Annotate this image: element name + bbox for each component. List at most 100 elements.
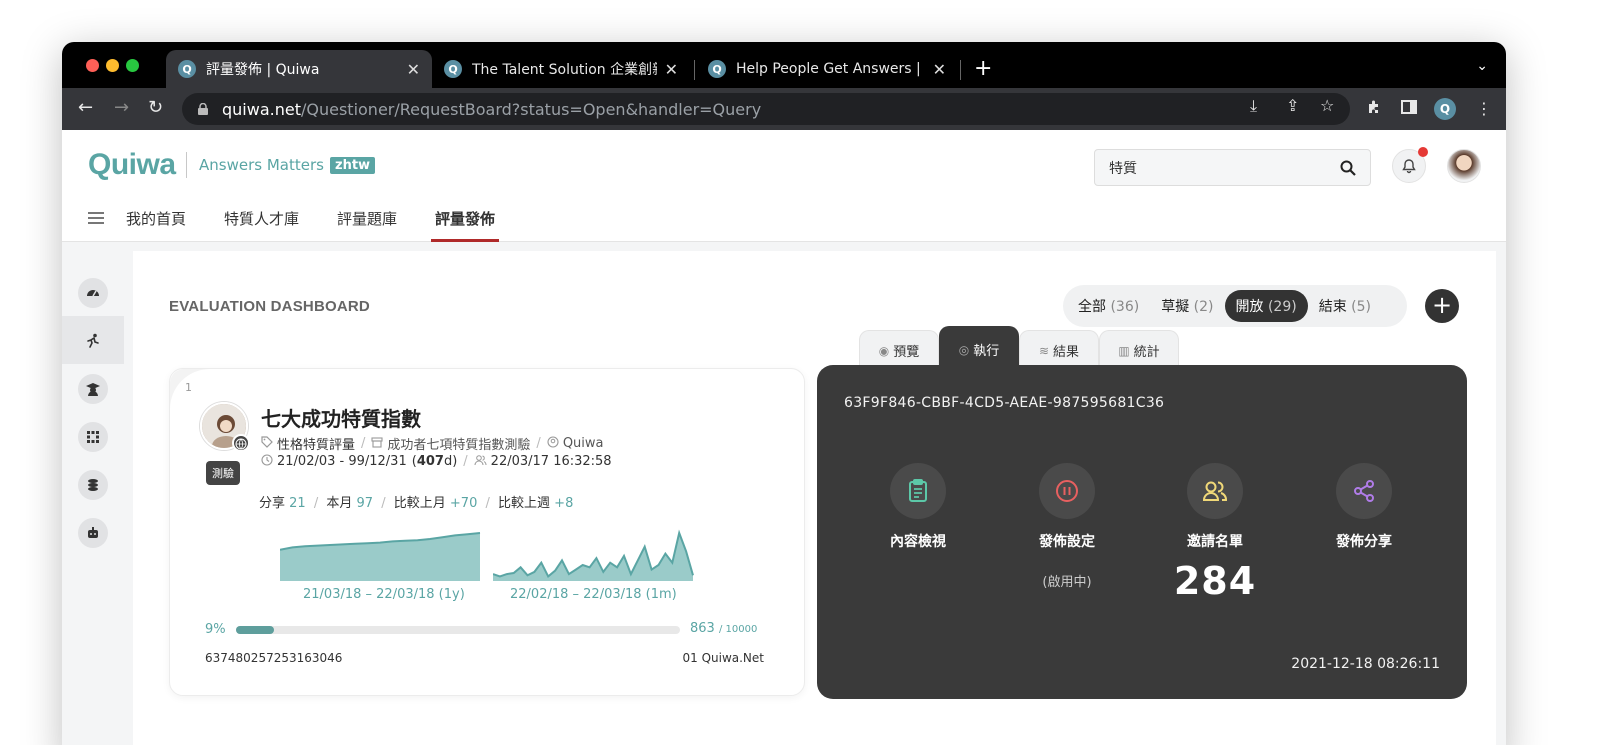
- filter-draft[interactable]: 草擬 (2): [1150, 290, 1224, 322]
- subject-label[interactable]: 成功者七項特質指數測驗: [387, 434, 530, 453]
- close-window-button[interactable]: [86, 59, 99, 72]
- filter-label: 草擬: [1161, 299, 1190, 315]
- clock-icon: [261, 454, 273, 469]
- month-label: 本月: [326, 496, 353, 511]
- filter-open[interactable]: 開放 (29): [1224, 290, 1308, 322]
- lock-icon: [198, 103, 208, 115]
- target-icon: ◎: [958, 342, 970, 357]
- search-input[interactable]: [1109, 159, 1340, 176]
- robot-icon[interactable]: [78, 518, 108, 548]
- close-tab-icon[interactable]: ✕: [933, 60, 946, 79]
- category-label[interactable]: 性格特質評量: [277, 434, 355, 453]
- url-path: /Questioner/RequestBoard?status=Open&han…: [300, 99, 762, 119]
- share-label: 分享: [259, 496, 286, 511]
- add-evaluation-button[interactable]: +: [1425, 289, 1459, 323]
- tab-statistics[interactable]: ▥ 統計: [1099, 330, 1179, 370]
- evaluation-title[interactable]: 七大成功特質指數: [261, 403, 421, 432]
- tab-strip: Q 評量發佈 | Quiwa ✕ Q The Talent Solution 企…: [62, 42, 1506, 88]
- filter-count: (29): [1267, 299, 1297, 315]
- tab-results[interactable]: ≋ 結果: [1019, 330, 1099, 370]
- user-avatar[interactable]: [1447, 149, 1481, 183]
- invite-list-action[interactable]: 邀請名單 284: [1155, 463, 1275, 603]
- tab-search-chevron-icon[interactable]: ⌄: [1476, 58, 1488, 74]
- last-month-label: 比較上月: [393, 496, 446, 511]
- quiwa-favicon-icon: Q: [444, 60, 462, 78]
- side-rail: [62, 243, 124, 745]
- tab-preview[interactable]: ◉ 預覽: [859, 330, 939, 370]
- users-icon[interactable]: [1187, 463, 1243, 519]
- last-month-value: +70: [449, 496, 478, 511]
- progress-bar-fill: [236, 626, 275, 634]
- hamburger-menu-icon[interactable]: [88, 209, 104, 227]
- bookmark-star-icon[interactable]: ☆: [1320, 96, 1334, 115]
- share-page-icon[interactable]: ⇪: [1286, 96, 1299, 115]
- address-bar[interactable]: quiwa.net/Questioner/RequestBoard?status…: [182, 93, 1350, 125]
- coins-icon[interactable]: [78, 470, 108, 500]
- content-review-action[interactable]: 內容檢視: [858, 463, 978, 551]
- quiwa-logo[interactable]: Quiwa: [88, 148, 176, 182]
- nav-item-talent-pool[interactable]: 特質人才庫: [224, 194, 299, 242]
- filter-closed[interactable]: 結束 (5): [1308, 290, 1382, 322]
- tab-label: 執行: [973, 344, 1000, 359]
- archive-icon: [371, 436, 383, 451]
- filter-label: 結束: [1318, 299, 1347, 315]
- action-label: 邀請名單: [1187, 534, 1243, 550]
- tab-label: 預覽: [893, 345, 920, 360]
- browser-toolbar: ← → ↻ quiwa.net/Questioner/RequestBoard?…: [62, 88, 1506, 130]
- close-tab-icon[interactable]: ✕: [407, 60, 420, 79]
- quiwa-favicon-icon: Q: [178, 60, 196, 78]
- tag-icon: [261, 436, 273, 451]
- side-panel-icon[interactable]: [1401, 99, 1417, 119]
- execution-panel: 63F9F846-CBBF-4CD5-AEAE-987595681C36 內容檢…: [817, 365, 1467, 699]
- forward-arrow-icon[interactable]: →: [114, 97, 129, 118]
- tab-separator: [960, 60, 961, 80]
- evaluation-card[interactable]: 1 測驗 七大成功特質指數 性格特質評量 / 成功者七項特質指數測驗 / Qui…: [169, 368, 805, 696]
- action-label: 發佈設定: [1039, 534, 1095, 550]
- close-tab-icon[interactable]: ✕: [665, 60, 678, 79]
- search-icon[interactable]: [1340, 160, 1356, 176]
- share-icon[interactable]: [1336, 463, 1392, 519]
- owner-label[interactable]: Quiwa: [563, 436, 604, 451]
- browser-tab-1[interactable]: Q 評量發佈 | Quiwa ✕: [166, 50, 432, 88]
- clipboard-icon[interactable]: [890, 463, 946, 519]
- dashboard-gauge-icon[interactable]: [78, 278, 108, 308]
- tab-label: 結果: [1053, 345, 1080, 360]
- bar-chart-icon: ▥: [1118, 343, 1130, 358]
- browser-menu-icon[interactable]: ⋮: [1476, 99, 1492, 118]
- publish-share-action[interactable]: 發佈分享: [1304, 463, 1424, 551]
- tab-label: 統計: [1133, 345, 1160, 360]
- reload-icon[interactable]: ↻: [148, 97, 163, 118]
- browser-tab-2[interactable]: Q The Talent Solution 企業創新人才 ✕: [432, 50, 690, 88]
- app-header: Quiwa Answers Matters zhtw 我的首頁 特質人才庫 評量…: [62, 130, 1506, 242]
- install-app-icon[interactable]: ⤓: [1250, 96, 1257, 116]
- filter-all[interactable]: 全部 (36): [1067, 290, 1150, 322]
- graduate-icon[interactable]: [78, 374, 108, 404]
- profile-avatar[interactable]: Q: [1434, 98, 1456, 120]
- back-arrow-icon[interactable]: ←: [78, 97, 93, 118]
- browser-window: Q 評量發佈 | Quiwa ✕ Q The Talent Solution 企…: [62, 42, 1506, 745]
- month-value: 97: [356, 496, 374, 511]
- bell-icon: [1402, 159, 1416, 174]
- browser-tab-3[interactable]: Q Help People Get Answers | Quiwa ✕: [696, 50, 958, 88]
- zoom-window-button[interactable]: [126, 59, 139, 72]
- invite-count: 284: [1173, 559, 1257, 603]
- panel-timestamp: 2021-12-18 08:26:11: [1291, 656, 1440, 672]
- new-tab-icon[interactable]: +: [974, 56, 992, 81]
- stats-line: 分享 21 / 本月 97 / 比較上月 +70 / 比較上週 +8: [259, 492, 573, 511]
- card-index: 1: [185, 381, 192, 394]
- nav-item-question-bank[interactable]: 評量題庫: [337, 194, 397, 242]
- minimize-window-button[interactable]: [106, 59, 119, 72]
- extensions-puzzle-icon[interactable]: [1366, 99, 1382, 119]
- sparkline-year-area: [280, 533, 480, 581]
- language-badge[interactable]: zhtw: [330, 157, 376, 174]
- monthly-sparkline: [493, 529, 694, 581]
- running-person-icon[interactable]: [78, 326, 108, 356]
- nav-item-evaluation-publish[interactable]: 評量發佈: [431, 194, 500, 242]
- publish-settings-action[interactable]: 發佈設定 (啟用中): [1007, 463, 1127, 590]
- nav-item-home[interactable]: 我的首頁: [126, 194, 186, 242]
- grid-icon[interactable]: [78, 422, 108, 452]
- pause-icon[interactable]: [1039, 463, 1095, 519]
- filter-label: 開放: [1235, 299, 1264, 315]
- search-box[interactable]: [1094, 149, 1371, 186]
- tab-separator: [694, 60, 695, 80]
